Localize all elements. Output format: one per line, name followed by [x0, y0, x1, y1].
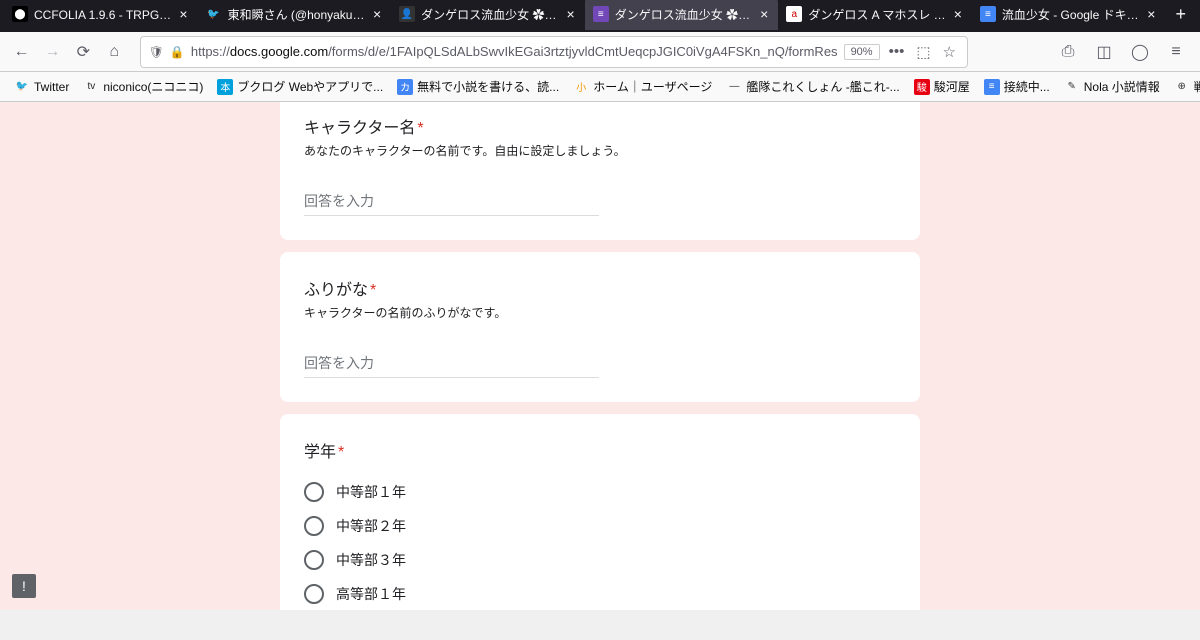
tab-title: ダンゲロス流血少女 ✿ Girls and [615, 6, 752, 23]
tab-favicon-icon: ≡ [593, 6, 609, 22]
tab-favicon-icon: ≡ [980, 6, 996, 22]
radio-option-3[interactable]: 高等部１年 [304, 584, 896, 604]
answer-input[interactable]: 回答を入力 [304, 187, 599, 216]
tab-favicon-icon: a [786, 6, 802, 22]
feedback-button[interactable]: ! [12, 574, 36, 598]
bookmark-item-5[interactable]: —艦隊これくしょん -艦これ-... [720, 75, 905, 98]
radio-label: 中等部１年 [336, 482, 406, 502]
page-content: キャラクター名* あなたのキャラクターの名前です。自由に設定しましょう。 回答を… [0, 102, 1200, 610]
bookmark-label: ブクログ Webやアプリで... [237, 78, 383, 95]
bookmark-item-8[interactable]: ✎Nola 小説情報 [1058, 75, 1166, 98]
question-title: 学年* [304, 438, 896, 462]
bookmark-item-3[interactable]: カ無料で小説を書ける、読... [391, 75, 565, 98]
bookmark-label: ホーム｜ユーザページ [593, 78, 712, 95]
back-button[interactable]: ← [8, 36, 35, 68]
home-button[interactable]: ⌂ [101, 36, 128, 68]
radio-option-1[interactable]: 中等部２年 [304, 516, 896, 536]
bookmark-favicon-icon: — [726, 79, 742, 95]
bookmark-favicon-icon: tv [83, 79, 99, 95]
page-actions-icon[interactable]: ••• [886, 43, 908, 60]
tab-2[interactable]: 👤 ダンゲロス流血少女 ✿ Girls and × [391, 0, 585, 30]
bookmark-label: Nola 小説情報 [1084, 78, 1160, 95]
bookmark-label: 艦隊これくしょん -艦これ-... [746, 78, 899, 95]
bookmark-item-1[interactable]: tvniconico(ニコニコ) [77, 75, 209, 98]
bookmark-item-4[interactable]: 小ホーム｜ユーザページ [567, 75, 718, 98]
radio-option-0[interactable]: 中等部１年 [304, 482, 896, 502]
question-card-furigana: ふりがな* キャラクターの名前のふりがなです。 回答を入力 [280, 252, 920, 402]
tab-4[interactable]: a ダンゲロス A マホスレ - 14240040 × [778, 0, 972, 30]
tab-1[interactable]: 🐦 東和瞬さん (@honyakushiya) / × [198, 0, 392, 30]
tab-close-icon[interactable]: × [758, 6, 770, 22]
tab-favicon-icon: ⬤ [12, 6, 28, 22]
bookmark-favicon-icon: ≡ [984, 79, 1000, 95]
bookmark-item-7[interactable]: ≡接続中... [978, 75, 1056, 98]
tab-5[interactable]: ≡ 流血少女 - Google ドキュメント × [972, 0, 1166, 30]
radio-label: 中等部３年 [336, 550, 406, 570]
radio-icon [304, 516, 324, 536]
tab-title: ダンゲロス A マホスレ - 14240040 [808, 6, 945, 23]
bookmark-label: 戦闘破壊学園ダンゲロス... [1194, 78, 1200, 95]
tab-favicon-icon: 🐦 [206, 6, 222, 22]
url-text: https://docs.google.com/forms/d/e/1FAIpQ… [191, 44, 838, 59]
tab-close-icon[interactable]: × [1145, 6, 1157, 22]
bookmark-item-0[interactable]: 🐦 Twitter [8, 76, 75, 98]
bookmark-favicon-icon: 本 [217, 79, 233, 95]
bookmark-item-6[interactable]: 駿駿河屋 [908, 75, 976, 98]
bookmark-favicon-icon: ✎ [1064, 79, 1080, 95]
radio-option-2[interactable]: 中等部３年 [304, 550, 896, 570]
bookmark-favicon-icon: カ [397, 79, 413, 95]
radio-icon [304, 584, 324, 604]
app-menu-icon[interactable]: ≡ [1160, 36, 1192, 68]
bookmark-label: 接続中... [1004, 78, 1050, 95]
shield-icon: 🛡 [149, 45, 164, 59]
bookmarks-toolbar: 🐦Twittertvniconico(ニコニコ)本ブクログ Webやアプリで..… [0, 72, 1200, 102]
bookmark-label: 駿河屋 [934, 78, 970, 95]
bookmark-item-2[interactable]: 本ブクログ Webやアプリで... [211, 75, 389, 98]
tab-title: CCFOLIA 1.9.6 - TRPGオンライン [34, 6, 171, 23]
question-description: キャラクターの名前のふりがなです。 [304, 304, 896, 321]
bookmark-item-9[interactable]: ⊕ 戦闘破壊学園ダンゲロス... [1168, 75, 1200, 98]
bookmark-favicon-icon: 小 [573, 79, 589, 95]
bookmark-star-icon[interactable]: ☆ [940, 43, 959, 61]
bookmark-favicon-icon: 駿 [914, 79, 930, 95]
bookmark-label: 無料で小説を書ける、読... [417, 78, 559, 95]
tab-0[interactable]: ⬤ CCFOLIA 1.9.6 - TRPGオンライン × [4, 0, 198, 30]
tab-close-icon[interactable]: × [565, 6, 577, 22]
tab-title: ダンゲロス流血少女 ✿ Girls and [421, 6, 558, 23]
tab-close-icon[interactable]: × [177, 6, 189, 22]
tab-favicon-icon: 👤 [399, 6, 415, 22]
question-title: ふりがな* [304, 276, 896, 300]
new-tab-button[interactable]: + [1165, 4, 1196, 25]
reader-icon[interactable]: ⬚ [913, 43, 933, 61]
bookmark-favicon-icon: 🐦 [14, 79, 30, 95]
bookmark-label: niconico(ニコニコ) [103, 78, 203, 95]
radio-label: 中等部２年 [336, 516, 406, 536]
zoom-badge[interactable]: 90% [844, 44, 880, 60]
answer-input[interactable]: 回答を入力 [304, 349, 599, 378]
tab-3[interactable]: ≡ ダンゲロス流血少女 ✿ Girls and × [585, 0, 779, 30]
bookmark-favicon-icon: ⊕ [1174, 79, 1190, 95]
sidebar-icon[interactable]: ◫ [1088, 36, 1120, 68]
radio-label: 高等部１年 [336, 584, 406, 604]
radio-icon [304, 482, 324, 502]
question-description: あなたのキャラクターの名前です。自由に設定しましょう。 [304, 142, 896, 159]
tab-bar: ⬤ CCFOLIA 1.9.6 - TRPGオンライン × 🐦 東和瞬さん (@hony… [0, 0, 1200, 32]
tab-title: 流血少女 - Google ドキュメント [1002, 6, 1139, 23]
reload-button[interactable]: ⟳ [70, 36, 97, 68]
question-card-grade: 学年* 中等部１年中等部２年中等部３年高等部１年高等部２年高等部３年その他: [280, 414, 920, 610]
question-card-name: キャラクター名* あなたのキャラクターの名前です。自由に設定しましょう。 回答を… [280, 102, 920, 240]
radio-icon [304, 550, 324, 570]
tab-close-icon[interactable]: × [952, 6, 964, 22]
url-bar[interactable]: 🛡 🔒 https://docs.google.com/forms/d/e/1F… [140, 36, 968, 68]
bookmark-label: Twitter [34, 80, 69, 94]
lock-icon: 🔒 [170, 45, 185, 59]
library-icon[interactable]: ⎙ [1052, 36, 1084, 68]
tab-close-icon[interactable]: × [371, 6, 383, 22]
question-title: キャラクター名* [304, 114, 896, 138]
nav-toolbar: ← → ⟳ ⌂ 🛡 🔒 https://docs.google.com/form… [0, 32, 1200, 72]
account-icon[interactable]: ◯ [1124, 36, 1156, 68]
tab-title: 東和瞬さん (@honyakushiya) / [228, 6, 365, 23]
forward-button: → [39, 36, 66, 68]
